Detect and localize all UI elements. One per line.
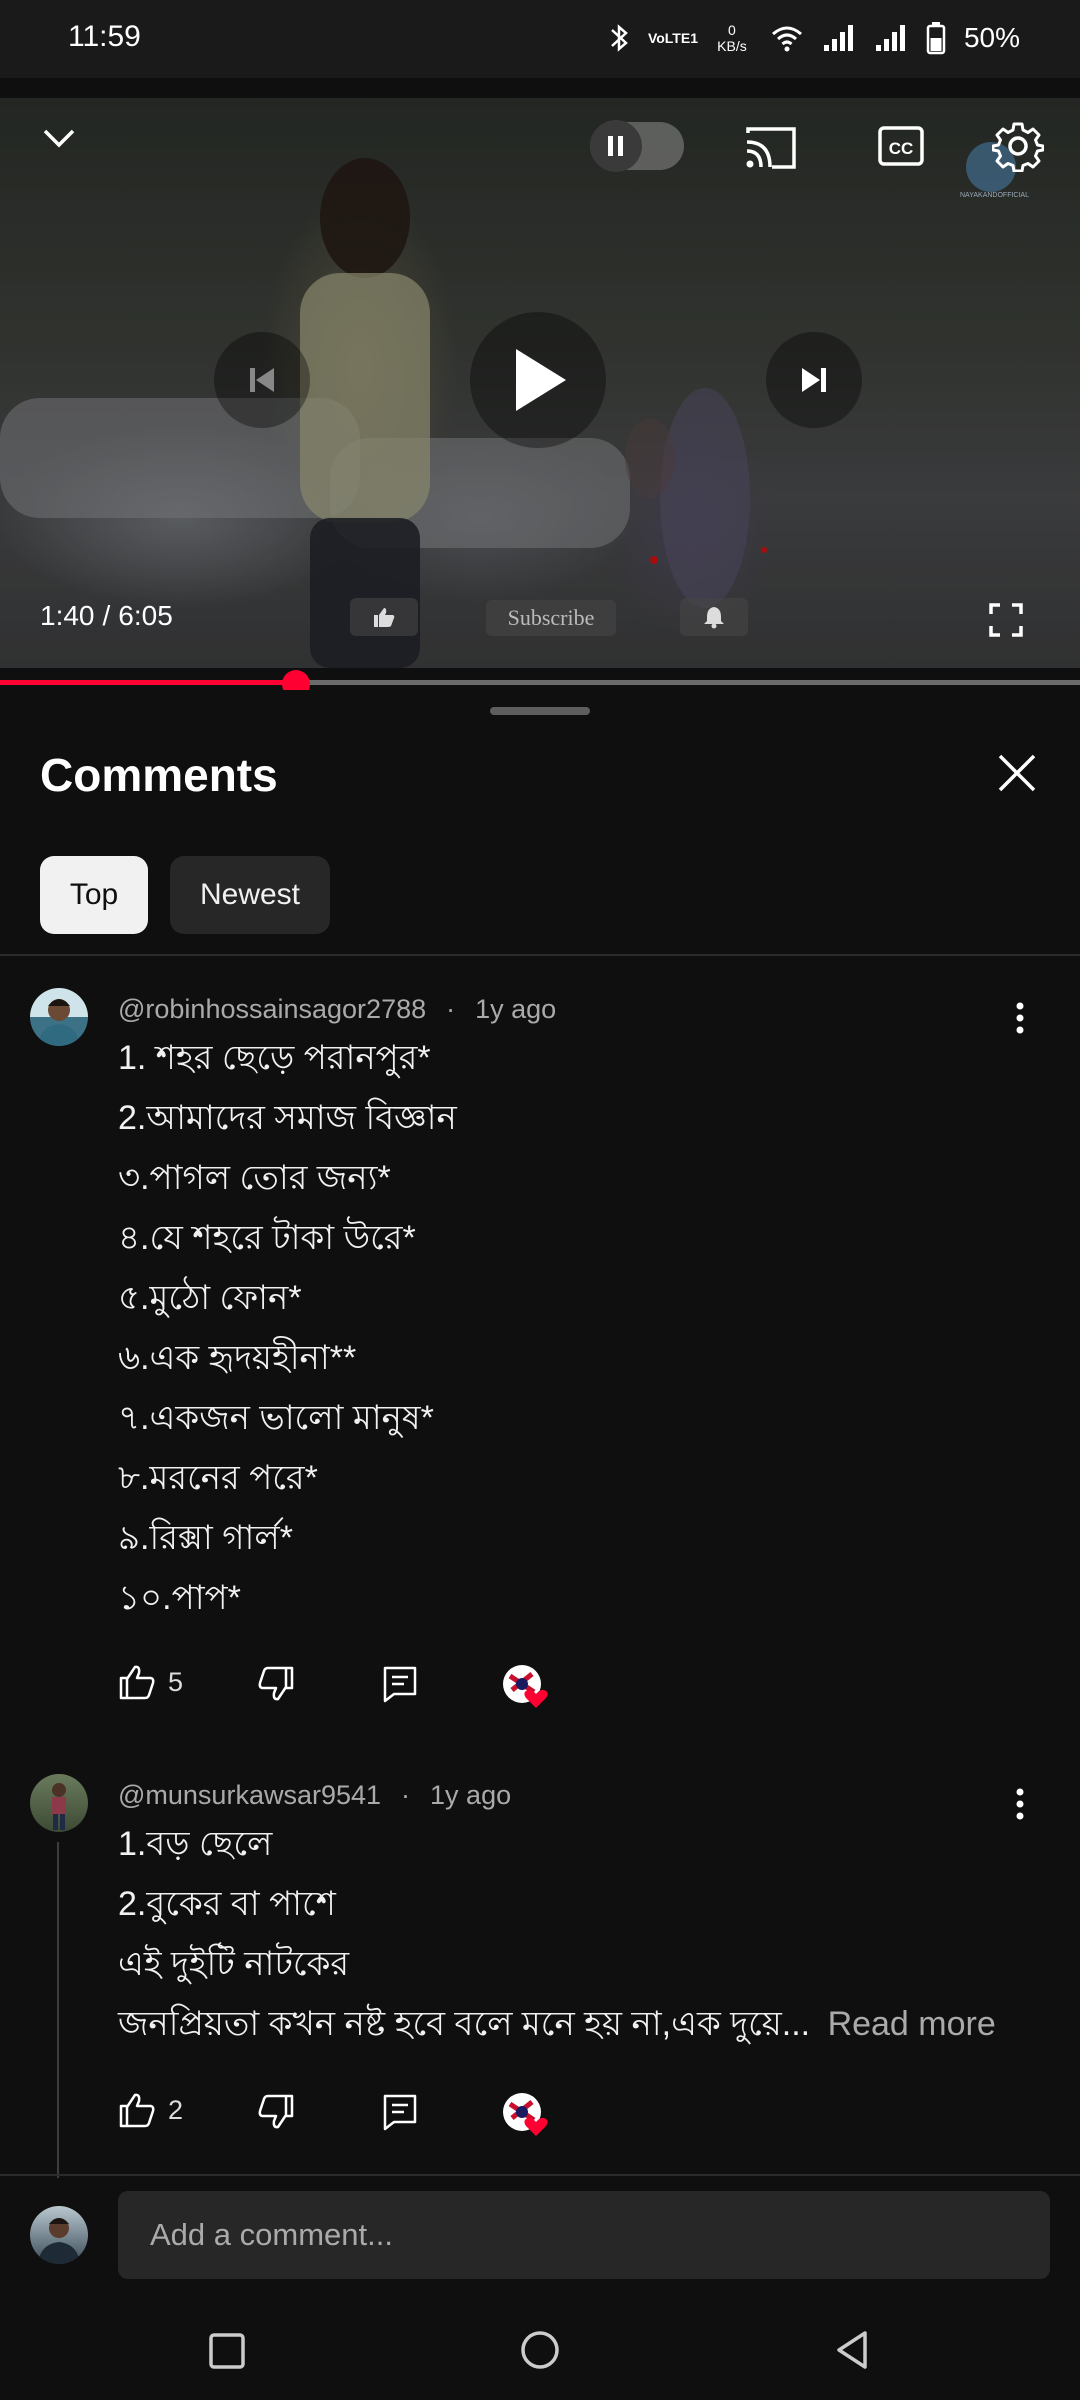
- comment-meta: @munsurkawsar9541 · 1y ago: [118, 1780, 511, 1811]
- cast-icon[interactable]: [742, 122, 798, 174]
- read-more-link[interactable]: Read more: [828, 2005, 996, 2043]
- creator-heart-icon: [502, 2092, 548, 2136]
- my-avatar: [30, 2206, 88, 2264]
- reply-icon[interactable]: [380, 1664, 420, 1704]
- time-current: 1:40: [40, 600, 95, 631]
- comment-item: @munsurkawsar9541 · 1y ago 1.বড় ছেলে 2.…: [0, 1758, 1080, 2178]
- filter-chip-newest[interactable]: Newest: [170, 856, 330, 934]
- status-time: 11:59: [68, 20, 141, 53]
- like-icon: [119, 2093, 155, 2128]
- comment-meta: @robinhossainsagor2788 · 1y ago: [118, 994, 556, 1025]
- drag-handle[interactable]: [490, 707, 590, 715]
- like-count: 2: [168, 2094, 184, 2125]
- signal-icon-1: [822, 23, 856, 53]
- next-icon[interactable]: [766, 332, 862, 428]
- comment-age: 1y ago: [430, 1780, 512, 1810]
- add-comment-input[interactable]: Add a comment...: [118, 2191, 1050, 2279]
- meta-dot: ·: [446, 994, 456, 1024]
- comment-line: ৯.রিক্সা গার্ল*: [118, 1519, 293, 1557]
- play-icon[interactable]: [470, 312, 606, 448]
- like-count: 5: [168, 1666, 184, 1697]
- minimize-chevron-icon[interactable]: [34, 118, 84, 158]
- meta-dot: ·: [401, 1780, 411, 1810]
- more-options-icon[interactable]: [1005, 1784, 1035, 1824]
- bluetooth-icon: [604, 21, 634, 55]
- comment-line: ৬.এক হৃদয়হীনা**: [118, 1339, 357, 1377]
- settings-gear-icon[interactable]: [990, 118, 1046, 174]
- comment-line: 1.বড় ছেলে: [118, 1825, 273, 1863]
- fullscreen-icon[interactable]: [984, 598, 1028, 642]
- system-nav-bar: [0, 2300, 1080, 2400]
- dislike-icon[interactable]: [256, 1664, 296, 1704]
- reply-icon[interactable]: [380, 2092, 420, 2132]
- wifi-icon: [770, 23, 804, 53]
- divider: [0, 954, 1080, 956]
- close-icon[interactable]: [992, 748, 1042, 798]
- signal-icon-2: [874, 23, 908, 53]
- time-total: 6:05: [118, 600, 173, 631]
- avatar[interactable]: [30, 1774, 88, 1832]
- avatar[interactable]: [30, 988, 88, 1046]
- net-speed-value: 0: [728, 22, 736, 38]
- comment-line: 2.আমাদের সমাজ বিজ্ঞান: [118, 1099, 457, 1137]
- like-icon: [119, 1665, 155, 1700]
- video-player[interactable]: CC NAYAKANDOFFICIAL 1:40 / 6:05 Subscrib…: [0, 98, 1080, 668]
- comment-line: ৫.মুঠো ফোন*: [118, 1279, 302, 1317]
- more-options-icon[interactable]: [1005, 998, 1035, 1038]
- status-icons: VoLTE1 0 KB/s 50%: [604, 18, 1020, 58]
- status-bar: 11:59 VoLTE1 0 KB/s 50%: [0, 0, 1080, 78]
- net-speed: 0 KB/s: [712, 22, 752, 54]
- time-display: 1:40 / 6:05: [40, 600, 173, 632]
- divider: [0, 2174, 1080, 2176]
- comment-line: ৩.পাগল তোর জন্য*: [118, 1159, 391, 1197]
- comment-line: ৭.একজন ভালো মানুষ*: [118, 1399, 434, 1437]
- battery-percent: 50%: [963, 22, 1020, 53]
- autoplay-toggle[interactable]: [590, 120, 684, 172]
- dislike-icon[interactable]: [256, 2092, 296, 2132]
- comment-line: এই দুইটি নাটকের: [118, 1945, 350, 1983]
- comment-line: 1. শহর ছেড়ে পরানপুর*: [118, 1039, 431, 1077]
- like-button[interactable]: 2: [118, 2092, 183, 2128]
- comment-text: 1.বড় ছেলে 2.বুকের বা পাশে এই দুইটি নাটক…: [118, 1814, 996, 2054]
- comment-author[interactable]: @munsurkawsar9541: [118, 1780, 381, 1811]
- comment-line: 2.বুকের বা পাশে: [118, 1885, 336, 1923]
- home-circle-icon[interactable]: [518, 2328, 562, 2372]
- overlay-bell-icon: [680, 598, 748, 636]
- pause-toggle-icon: [590, 120, 642, 172]
- captions-cc-icon[interactable]: CC: [876, 122, 926, 170]
- comment-text: 1. শহর ছেড়ে পরানপুর* 2.আমাদের সমাজ বিজ্…: [118, 1028, 457, 1628]
- previous-icon[interactable]: [214, 332, 310, 428]
- recents-square-icon[interactable]: [206, 2330, 248, 2372]
- like-button[interactable]: 5: [118, 1664, 183, 1700]
- comments-title: Comments: [40, 749, 278, 801]
- overlay-like-icon: [350, 598, 418, 636]
- comment-line: ৪.যে শহরে টাকা উরে*: [118, 1219, 416, 1257]
- comment-age: 1y ago: [475, 994, 557, 1024]
- net-speed-unit: KB/s: [717, 38, 747, 54]
- svg-text:CC: CC: [889, 139, 914, 158]
- comment-line: জনপ্রিয়তা কখন নষ্ট হবে বলে মনে হয় না,এ…: [118, 1994, 996, 2054]
- battery-icon: [926, 21, 946, 55]
- progress-fill: [0, 680, 296, 685]
- volte-icon: VoLTE1: [647, 29, 698, 46]
- comment-author[interactable]: @robinhossainsagor2788: [118, 994, 426, 1025]
- time-separator: /: [102, 600, 111, 631]
- back-triangle-icon[interactable]: [830, 2328, 874, 2372]
- filter-chip-top[interactable]: Top: [40, 856, 148, 934]
- creator-heart-icon: [502, 1664, 548, 1708]
- comment-line-text: জনপ্রিয়তা কখন নষ্ট হবে বলে মনে হয় না,এ…: [118, 2005, 811, 2043]
- overlay-subscribe: Subscribe: [486, 600, 616, 636]
- comment-line: ১০.পাপ*: [118, 1579, 241, 1617]
- watermark-text: NAYAKANDOFFICIAL: [960, 192, 1029, 199]
- comment-item: @robinhossainsagor2788 · 1y ago 1. শহর ছ…: [0, 970, 1080, 1708]
- comment-line: ৮.মরনের পরে*: [118, 1459, 318, 1497]
- reply-thread-line: [57, 1842, 59, 2178]
